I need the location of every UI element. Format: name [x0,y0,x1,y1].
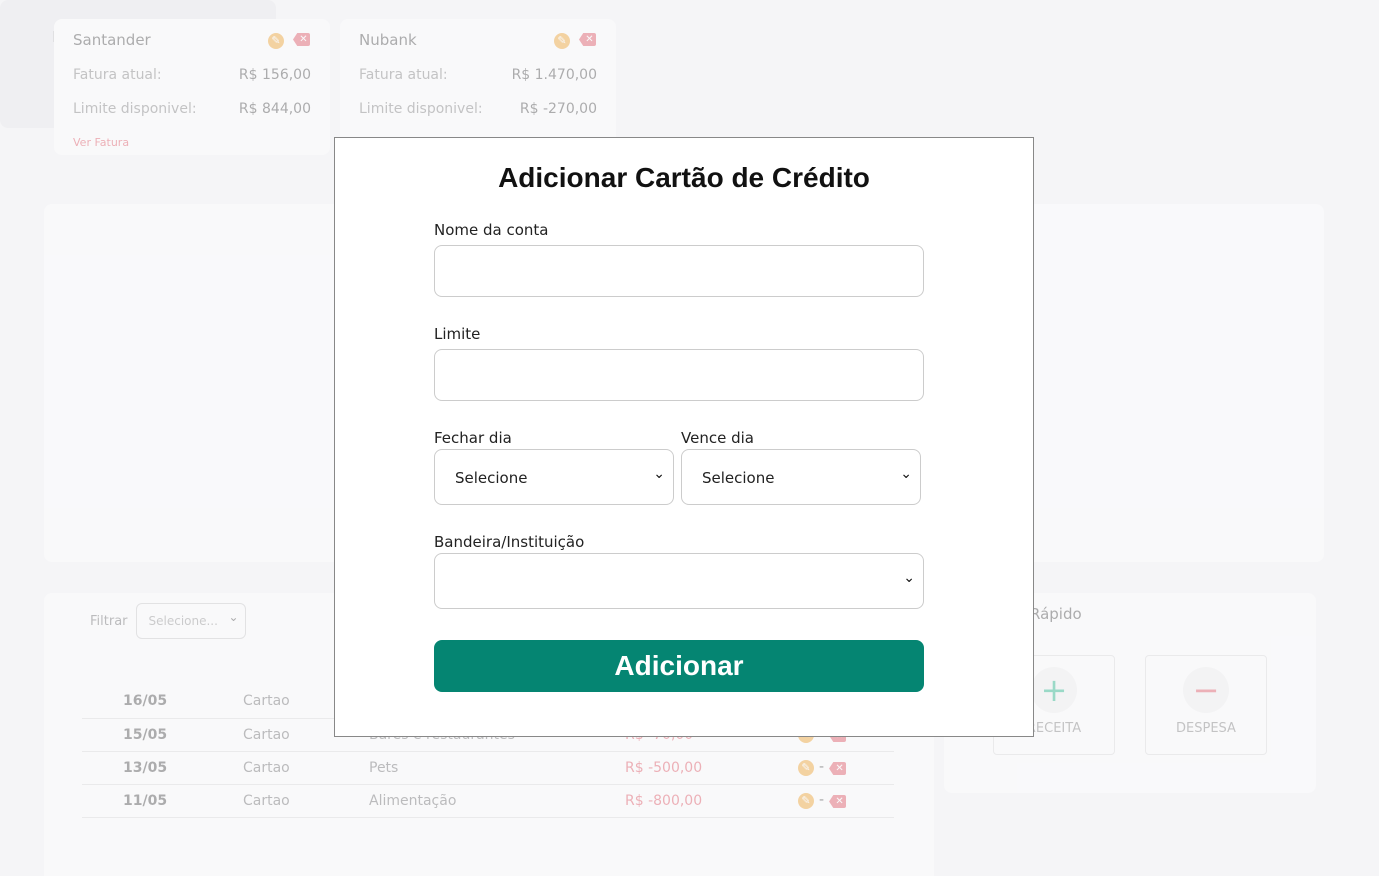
edit-icon[interactable]: ✎ [554,33,570,49]
tx-type: Cartao [243,751,369,785]
filter-select[interactable]: Selecione... [135,603,246,639]
tx-date: 11/05 [82,784,243,818]
limite-label: Limite disponivel: [73,101,197,117]
credit-card-nubank: Nubank ✎ ✕ Fatura atual: R$ 1.470,00 Lim… [340,19,616,155]
chevron-down-icon: ⌄ [900,466,912,482]
filter: Filtrar Selecione... [90,603,246,639]
limite-label: Limite disponivel: [359,101,483,117]
limite-row: Limite disponivel: R$ 844,00 [73,101,311,117]
tx-amount: R$ -500,00 [625,751,798,785]
separator: - [819,792,825,808]
fechar-value: Selecione [455,469,528,487]
separator: - [819,759,825,775]
filter-label: Filtrar [90,613,128,629]
modal-title: Adicionar Cartão de Crédito [498,162,870,193]
tx-date: 16/05 [82,685,243,719]
bandeira-select[interactable]: ⌄ [434,553,924,609]
adicionar-button[interactable]: Adicionar [434,640,924,692]
nome-input[interactable] [434,245,924,297]
tx-actions: ✎-✕ [798,784,894,818]
edit-icon[interactable]: ✎ [268,33,284,49]
despesa-label: DESPESA [1176,721,1236,736]
edit-icon[interactable]: ✎ [798,793,814,809]
delete-icon[interactable]: ✕ [829,795,847,808]
fatura-value: R$ 1.470,00 [511,67,597,83]
ver-fatura-link[interactable]: Ver Fatura [73,136,129,149]
fatura-label: Fatura atual: [73,67,162,83]
chevron-down-icon: ⌄ [903,570,915,586]
fatura-label: Fatura atual: [359,67,448,83]
limite-row: Limite disponivel: R$ -270,00 [359,101,597,117]
quick-title: Rápido [1030,605,1082,623]
tx-type: Cartao [243,784,369,818]
credit-card-santander: Santander ✎ ✕ Fatura atual: R$ 156,00 Li… [54,19,330,155]
despesa-button[interactable]: − DESPESA [1145,655,1267,755]
fatura-row: Fatura atual: R$ 156,00 [73,67,311,83]
tx-category: Pets [369,751,625,785]
vence-label: Vence dia [681,429,754,447]
chevron-down-icon: ⌄ [653,466,665,482]
limite-value: R$ -270,00 [519,101,597,117]
fatura-row: Fatura atual: R$ 1.470,00 [359,67,597,83]
limite-input[interactable] [434,349,924,401]
add-credit-card-modal: Adicionar Cartão de Crédito Nome da cont… [334,137,1034,737]
fechar-select[interactable]: Selecione ⌄ [434,449,674,505]
fatura-value: R$ 156,00 [238,67,311,83]
delete-icon[interactable]: ✕ [579,33,596,46]
tx-category: Alimentação [369,784,625,818]
card-actions: ✎ ✕ [268,33,310,49]
minus-icon: − [1183,667,1229,713]
tx-date: 15/05 [82,718,243,752]
fechar-label: Fechar dia [434,429,512,447]
card-actions: ✎ ✕ [554,33,596,49]
vence-select[interactable]: Selecione ⌄ [681,449,921,505]
delete-icon[interactable]: ✕ [293,33,310,46]
vence-value: Selecione [702,469,775,487]
table-row: 11/05 Cartao Alimentação R$ -800,00 ✎ - ✕ [82,784,894,818]
limite-value: R$ 844,00 [238,101,311,117]
limite-label: Limite [434,325,481,343]
bandeira-label: Bandeira/Instituição [434,533,585,551]
table-row: 13/05 Cartao Pets R$ -500,00 ✎ - ✕ [82,751,894,785]
tx-date: 13/05 [82,751,243,785]
delete-icon[interactable]: ✕ [829,762,847,775]
plus-icon: + [1031,667,1077,713]
edit-icon[interactable]: ✎ [798,760,814,776]
nome-label: Nome da conta [434,221,549,239]
tx-actions: ✎-✕ [798,751,894,785]
tx-amount: R$ -800,00 [625,784,798,818]
